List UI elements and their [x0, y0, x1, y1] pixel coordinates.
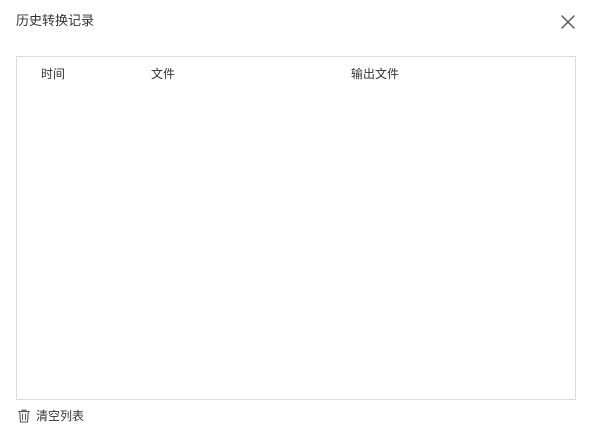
table-header: 时间 文件 输出文件 [17, 57, 575, 91]
trash-icon [17, 409, 31, 423]
column-output-file[interactable]: 输出文件 [351, 66, 399, 82]
close-icon [561, 15, 575, 29]
clear-list-button[interactable]: 清空列表 [16, 406, 84, 426]
column-time[interactable]: 时间 [41, 66, 65, 82]
table-body [17, 91, 575, 399]
history-dialog: 历史转换记录 时间 文件 输出文件 清空列表 [0, 0, 592, 440]
dialog-title: 历史转换记录 [16, 14, 95, 29]
column-file[interactable]: 文件 [151, 66, 175, 82]
history-table: 时间 文件 输出文件 [16, 56, 576, 400]
clear-list-label: 清空列表 [36, 409, 85, 423]
close-button[interactable] [557, 11, 579, 33]
